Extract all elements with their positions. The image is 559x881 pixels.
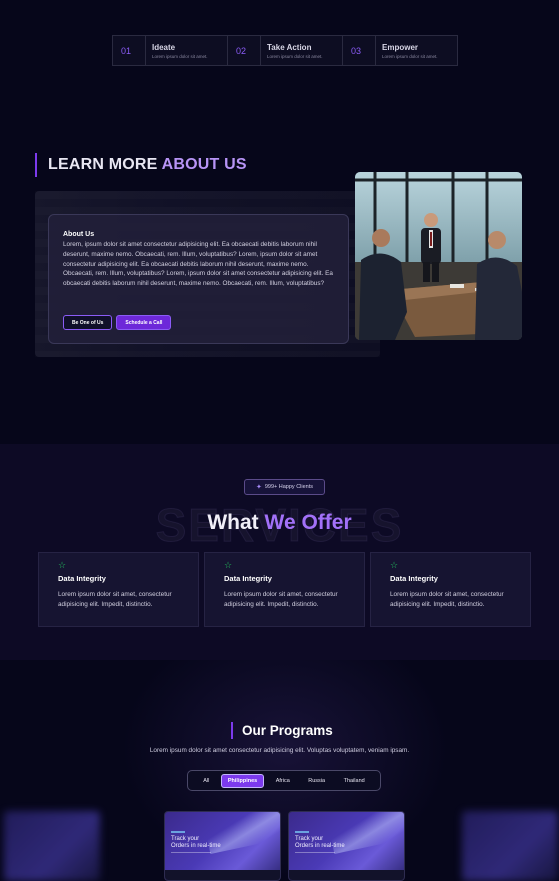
step-take-action: 02 Take Action Lorem ipsum dolor sit ame… (228, 35, 343, 66)
step-description: Lorem ipsum dolor sit amet. (152, 53, 208, 59)
step-empower: 03 Empower Lorem ipsum dolor sit amet. (343, 35, 457, 66)
service-title: Data Integrity (390, 574, 438, 583)
service-text: Lorem ipsum dolor sit amet, consectetur … (390, 591, 504, 608)
about-heading-highlight: ABOUT US (161, 156, 247, 173)
service-card: ☆ Data Integrity Lorem ipsum dolor sit a… (370, 552, 531, 627)
steps-strip: 01 Ideate Lorem ipsum dolor sit amet. 02… (112, 35, 458, 66)
star-icon: ☆ (224, 560, 233, 570)
services-title-plain: What (207, 511, 265, 534)
step-title: Ideate (152, 42, 176, 52)
program-card-title: Track your Orders in real-time (171, 836, 221, 849)
star-icon: ☆ (390, 560, 399, 570)
carousel-next-card[interactable] (462, 811, 558, 881)
schedule-call-button[interactable]: Schedule a Call (116, 315, 172, 330)
tab-all[interactable]: All (196, 774, 216, 788)
tab-thailand[interactable]: Thailand (337, 774, 372, 788)
programs-subtitle: Lorem ipsum dolor sit amet consectetur a… (149, 747, 410, 754)
about-card: About Us Lorem, ipsum dolor sit amet con… (48, 214, 349, 344)
step-ideate: 01 Ideate Lorem ipsum dolor sit amet. (113, 35, 228, 66)
program-card[interactable]: Track your Orders in real-time (288, 811, 405, 881)
service-text: Lorem ipsum dolor sit amet, consectetur … (224, 591, 338, 608)
about-heading-plain: LEARN MORE (48, 156, 162, 173)
program-card[interactable]: Track your Orders in real-time (164, 811, 281, 881)
service-title: Data Integrity (58, 574, 106, 583)
badge-label: 999+ Happy Clients (264, 484, 314, 490)
step-description: Lorem ipsum dolor sit amet. (382, 53, 438, 59)
happy-clients-badge: ✦ 999+ Happy Clients (244, 479, 325, 495)
about-heading: LEARN MORE ABOUT US (35, 153, 247, 177)
step-description: Lorem ipsum dolor sit amet. (267, 53, 323, 59)
star-icon: ☆ (58, 560, 67, 570)
step-title: Take Action (267, 42, 312, 52)
tab-africa[interactable]: Africa (269, 774, 297, 788)
tab-russia[interactable]: Russia (301, 774, 332, 788)
step-number: 01 (121, 45, 132, 56)
service-card: ☆ Data Integrity Lorem ipsum dolor sit a… (204, 552, 365, 627)
service-text: Lorem ipsum dolor sit amet, consectetur … (58, 591, 172, 608)
services-title: What We Offer (0, 511, 559, 535)
about-card-title: About Us (63, 231, 95, 238)
program-card-title: Track your Orders in real-time (295, 836, 345, 849)
program-tabs: All Philippines Africa Russia Thailand (187, 770, 381, 791)
service-title: Data Integrity (224, 574, 272, 583)
sparkle-icon: ✦ (255, 484, 262, 491)
carousel-prev-card[interactable] (4, 811, 100, 881)
step-number: 02 (236, 45, 247, 56)
join-us-button[interactable]: Be One of Us (63, 315, 113, 330)
services-title-highlight: We Offer (264, 511, 352, 534)
about-card-text: Lorem, ipsum dolor sit amet consectetur … (63, 241, 333, 288)
tab-philippines[interactable]: Philippines (220, 773, 265, 788)
programs-heading: Our Programs (231, 722, 333, 739)
step-title: Empower (382, 42, 419, 52)
service-card: ☆ Data Integrity Lorem ipsum dolor sit a… (38, 552, 199, 627)
meeting-photo (355, 172, 522, 340)
step-number: 03 (351, 45, 362, 56)
